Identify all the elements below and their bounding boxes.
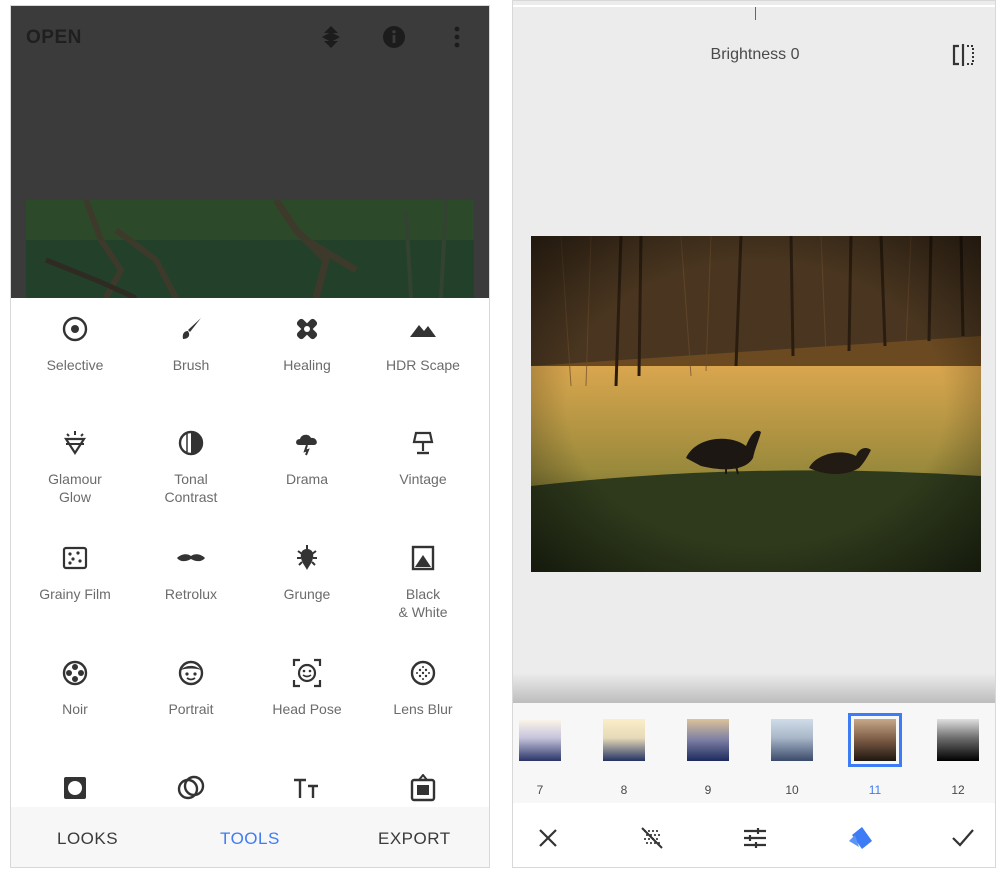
preset-thumb-11[interactable]: [848, 713, 902, 767]
tool-portrait[interactable]: Portrait: [133, 658, 249, 718]
preset-thumb-8[interactable]: [603, 719, 645, 761]
panel-shadow: [513, 673, 995, 703]
tool-text[interactable]: [249, 773, 365, 807]
tool-label: Vintage: [399, 471, 447, 487]
brightness-edit-screen: Brightness 0 7 8 9 10 11 12: [512, 0, 996, 868]
tool-tonal-contrast[interactable]: Tonal Contrast: [133, 428, 249, 506]
brightness-value-label: Brightness 0: [710, 46, 800, 63]
styles-icon[interactable]: [846, 825, 874, 851]
image-area: OPEN: [11, 6, 489, 298]
drama-icon: [292, 429, 322, 462]
tonal-contrast-icon: [177, 429, 205, 462]
brush-icon: [177, 315, 205, 348]
tool-vignette[interactable]: [17, 773, 133, 807]
preset-number: 10: [785, 783, 799, 797]
tool-label: Brush: [172, 357, 210, 373]
tool-label: Grainy Film: [39, 586, 111, 602]
disable-texture-icon[interactable]: [638, 825, 666, 851]
tool-noir[interactable]: Noir: [17, 658, 133, 718]
tool-label: Tonal Contrast: [164, 471, 218, 505]
tool-label: Glamour Glow: [48, 471, 102, 505]
tool-label: Selective: [46, 357, 104, 373]
tool-head-pose[interactable]: Head Pose: [249, 658, 365, 718]
portrait-icon: [177, 659, 205, 692]
retrolux-icon: [175, 544, 207, 577]
preset-thumb-10[interactable]: [771, 719, 813, 761]
tool-drama[interactable]: Drama: [249, 428, 365, 488]
preset-thumb-9[interactable]: [687, 719, 729, 761]
tool-vintage[interactable]: Vintage: [365, 428, 481, 488]
adjust-slider-track[interactable]: [513, 5, 995, 7]
preset-thumb-7[interactable]: [519, 719, 561, 761]
preset-number: 12: [951, 783, 965, 797]
tools-grid: Selective Brush Healing HDR Scape Glamou…: [11, 298, 489, 814]
tool-lens-blur[interactable]: Lens Blur: [365, 658, 481, 718]
tool-grunge[interactable]: Grunge: [249, 543, 365, 603]
hdr-scape-icon: [408, 315, 438, 348]
preset-number: 8: [620, 783, 628, 797]
tool-label: Black & White: [398, 586, 448, 620]
tool-label: Portrait: [168, 701, 214, 717]
tool-label: Drama: [285, 471, 328, 487]
more-vertical-icon[interactable]: [444, 24, 470, 50]
lens-blur-icon: [409, 659, 437, 692]
tool-double-exposure[interactable]: [133, 773, 249, 807]
tool-label: Healing: [283, 357, 331, 373]
tool-hdr-scape[interactable]: HDR Scape: [365, 314, 481, 374]
noir-icon: [61, 659, 89, 692]
apply-check-icon[interactable]: [949, 825, 977, 851]
adjust-slider-marker: [755, 7, 756, 20]
preset-number-selected: 11: [868, 783, 882, 797]
tune-sliders-icon[interactable]: [741, 825, 769, 851]
head-pose-icon: [292, 658, 322, 693]
cancel-icon[interactable]: [534, 825, 562, 851]
grunge-icon: [293, 544, 321, 577]
preset-strip: 7 8 9 10 11 12: [513, 703, 995, 803]
tool-label: Noir: [62, 701, 88, 717]
selective-icon: [61, 315, 89, 348]
snapseed-tools-screen: OPEN Selective Brush Healing HDR Scape G…: [10, 5, 490, 868]
tab-looks[interactable]: LOOKS: [57, 829, 118, 849]
tool-black-white[interactable]: Black & White: [365, 543, 481, 621]
tool-label: HDR Scape: [386, 357, 460, 373]
vintage-icon: [409, 429, 437, 462]
preset-number: 7: [536, 783, 544, 797]
edit-action-bar: [513, 803, 995, 867]
tool-label: Grunge: [283, 586, 331, 602]
compare-icon[interactable]: [951, 43, 977, 72]
black-white-icon: [409, 544, 437, 577]
info-icon[interactable]: [381, 24, 407, 50]
frames-icon: [409, 772, 437, 807]
tool-frames[interactable]: [365, 772, 481, 807]
bottom-navigation: LOOKS TOOLS EXPORT: [11, 807, 489, 867]
text-icon: [292, 774, 322, 807]
open-button[interactable]: OPEN: [26, 27, 82, 49]
grainy-film-icon: [61, 544, 89, 577]
tool-retrolux[interactable]: Retrolux: [133, 543, 249, 603]
vignette-icon: [61, 774, 89, 807]
tool-label: Retrolux: [164, 586, 218, 602]
edited-photo: [531, 236, 981, 572]
healing-icon: [293, 315, 321, 348]
photo-preview: [26, 200, 474, 298]
tool-healing[interactable]: Healing: [249, 314, 365, 374]
layers-stack-icon[interactable]: [318, 24, 344, 50]
tool-label: Lens Blur: [393, 701, 453, 717]
preset-thumb-12[interactable]: [937, 719, 979, 761]
tool-grainy-film[interactable]: Grainy Film: [17, 543, 133, 603]
double-exposure-icon: [176, 774, 206, 807]
tab-export[interactable]: EXPORT: [378, 829, 451, 849]
tab-tools[interactable]: TOOLS: [220, 829, 280, 849]
glamour-glow-icon: [61, 429, 89, 462]
tool-selective[interactable]: Selective: [17, 314, 133, 374]
tool-glamour-glow[interactable]: Glamour Glow: [17, 428, 133, 506]
tool-brush[interactable]: Brush: [133, 314, 249, 374]
preset-number: 9: [704, 783, 712, 797]
tool-label: Head Pose: [272, 701, 342, 717]
